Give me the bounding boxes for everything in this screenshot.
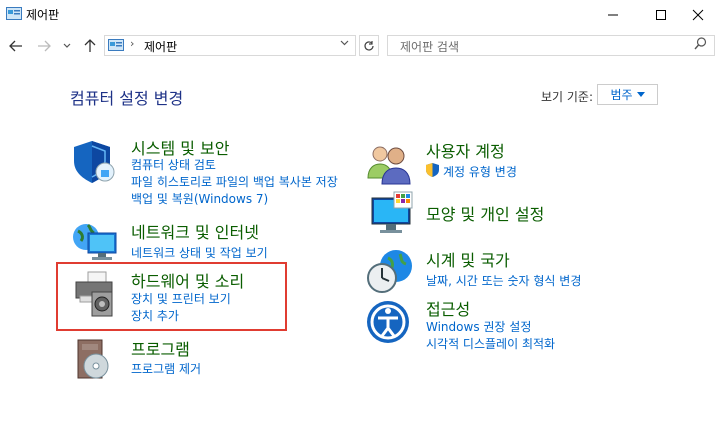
view-by-dropdown[interactable]: 범주	[597, 84, 658, 105]
page-title: 컴퓨터 설정 변경	[70, 89, 184, 108]
search-icon[interactable]	[694, 37, 707, 54]
control-panel-icon	[6, 7, 22, 20]
refresh-button[interactable]	[359, 35, 379, 56]
user-accounts-icon	[367, 146, 411, 185]
view-by-label: 보기 기준:	[541, 90, 594, 104]
printer-speaker-icon	[75, 271, 113, 317]
address-bar[interactable]	[104, 35, 356, 56]
category-network-internet[interactable]: 네트워크 및 인터넷	[131, 219, 259, 243]
breadcrumb-control-panel[interactable]: 제어판	[144, 38, 177, 55]
category-appearance-personalization[interactable]: 모양 및 개인 설정	[426, 201, 544, 225]
ease-of-access-icon	[367, 301, 409, 343]
forward-button[interactable]	[34, 36, 54, 56]
up-button[interactable]	[80, 36, 100, 56]
shield-icon	[74, 141, 115, 183]
clock-globe-icon	[367, 250, 412, 293]
minimize-button[interactable]	[590, 0, 636, 30]
caret-down-icon	[636, 92, 645, 97]
link-view-devices-printers[interactable]: 장치 및 프린터 보기	[131, 290, 231, 307]
search-input[interactable]: 제어판 검색	[400, 38, 459, 55]
link-change-date-time-format[interactable]: 날짜, 시간 또는 숫자 형식 변경	[426, 272, 581, 289]
link-change-account-type[interactable]: 계정 유형 변경	[443, 163, 517, 180]
programs-icon	[77, 339, 109, 379]
link-review-computer-status[interactable]: 컴퓨터 상태 검토	[131, 156, 216, 173]
close-icon	[692, 9, 704, 21]
chevron-down-icon	[340, 40, 349, 46]
category-clock-region[interactable]: 시계 및 국가	[426, 247, 510, 271]
uac-shield-icon	[426, 163, 439, 177]
control-panel-icon	[108, 39, 124, 51]
up-arrow-icon	[84, 39, 96, 52]
category-user-accounts[interactable]: 사용자 계정	[426, 138, 505, 162]
category-ease-of-access[interactable]: 접근성	[426, 296, 470, 320]
link-add-device[interactable]: 장치 추가	[131, 307, 179, 324]
link-network-status-tasks[interactable]: 네트워크 상태 및 작업 보기	[131, 244, 268, 261]
forward-arrow-icon	[38, 40, 51, 52]
minimize-icon	[608, 14, 618, 16]
link-backup-restore-win7[interactable]: 백업 및 복원(Windows 7)	[131, 190, 268, 207]
network-globe-icon	[73, 223, 117, 260]
chevron-down-icon	[63, 43, 71, 48]
maximize-icon	[656, 10, 666, 20]
link-file-history-backup[interactable]: 파일 히스토리로 파일의 백업 복사본 저장	[131, 173, 338, 190]
link-uninstall-program[interactable]: 프로그램 제거	[131, 360, 201, 377]
window-title: 제어판	[26, 8, 60, 22]
category-hardware-sound[interactable]: 하드웨어 및 소리	[131, 268, 244, 292]
address-dropdown-button[interactable]	[340, 38, 349, 49]
link-windows-recommended-settings[interactable]: Windows 권장 설정	[426, 318, 531, 335]
back-arrow-icon	[9, 40, 22, 52]
recent-locations-button[interactable]	[60, 36, 74, 56]
breadcrumb-separator-icon: ›	[130, 37, 135, 50]
category-programs[interactable]: 프로그램	[131, 336, 190, 360]
close-button[interactable]	[675, 0, 721, 30]
view-by-value: 범주	[610, 88, 633, 102]
back-button[interactable]	[6, 36, 26, 56]
link-optimize-visual-display[interactable]: 시각적 디스플레이 최적화	[426, 335, 555, 352]
refresh-icon	[364, 40, 374, 51]
appearance-personalization-icon	[371, 191, 413, 233]
